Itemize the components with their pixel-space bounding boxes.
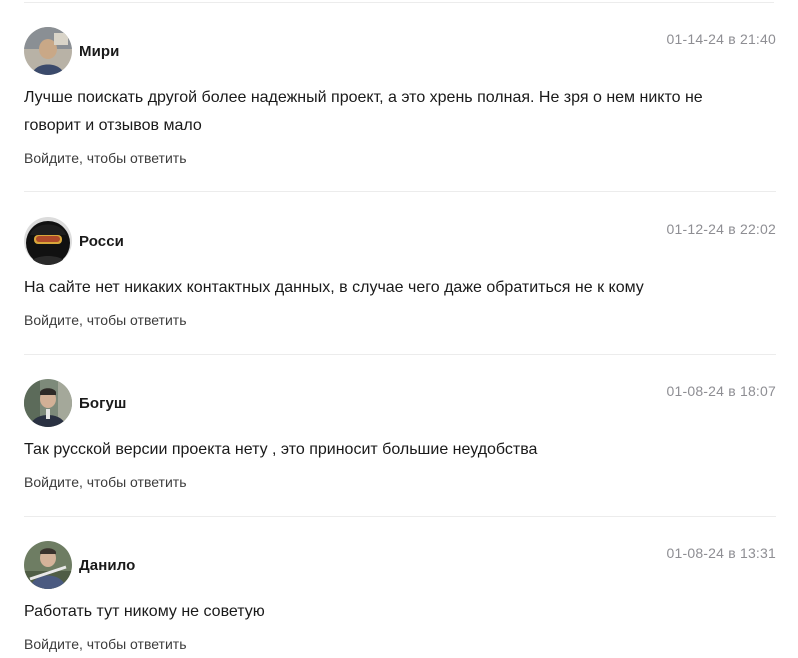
comment-item: Богуш 01-08-24 в 18:07 Так русской верси… xyxy=(24,354,776,517)
comment-timestamp: 01-14-24 в 21:40 xyxy=(666,31,776,47)
avatar[interactable] xyxy=(24,27,72,75)
comment-timestamp: 01-08-24 в 13:31 xyxy=(666,545,776,561)
comment-item: Мири 01-14-24 в 21:40 Лучше поискать дру… xyxy=(24,0,776,192)
avatar-image xyxy=(24,217,72,265)
avatar-image xyxy=(24,379,72,427)
comment-text: Так русской версии проекта нету , это пр… xyxy=(24,441,538,458)
avatar-image xyxy=(24,27,72,75)
comment-author[interactable]: Богуш xyxy=(79,395,127,412)
avatar[interactable] xyxy=(24,217,72,265)
login-to-reply-link[interactable]: Войдите, чтобы ответить xyxy=(24,312,187,328)
comment-author[interactable]: Росси xyxy=(79,233,124,250)
comment-author[interactable]: Мири xyxy=(79,43,120,60)
comment-timestamp: 01-08-24 в 18:07 xyxy=(666,383,776,399)
comment-text: Работать тут никому не советую xyxy=(24,603,265,620)
comment-timestamp: 01-12-24 в 22:02 xyxy=(666,221,776,237)
avatar-image xyxy=(24,541,72,589)
avatar[interactable] xyxy=(24,541,72,589)
login-to-reply-link[interactable]: Войдите, чтобы ответить xyxy=(24,636,187,652)
comment-text: Лучше поискать другой более надежный про… xyxy=(24,89,703,134)
comment-text: На сайте нет никаких контактных данных, … xyxy=(24,279,644,296)
avatar[interactable] xyxy=(24,379,72,427)
login-to-reply-link[interactable]: Войдите, чтобы ответить xyxy=(24,474,187,490)
comment-item: Росси 01-12-24 в 22:02 На сайте нет ника… xyxy=(24,192,776,355)
login-to-reply-link[interactable]: Войдите, чтобы ответить xyxy=(24,150,187,166)
comment-author[interactable]: Данило xyxy=(79,557,135,574)
comment-item: Данило 01-08-24 в 13:31 Работать тут ник… xyxy=(24,516,776,658)
